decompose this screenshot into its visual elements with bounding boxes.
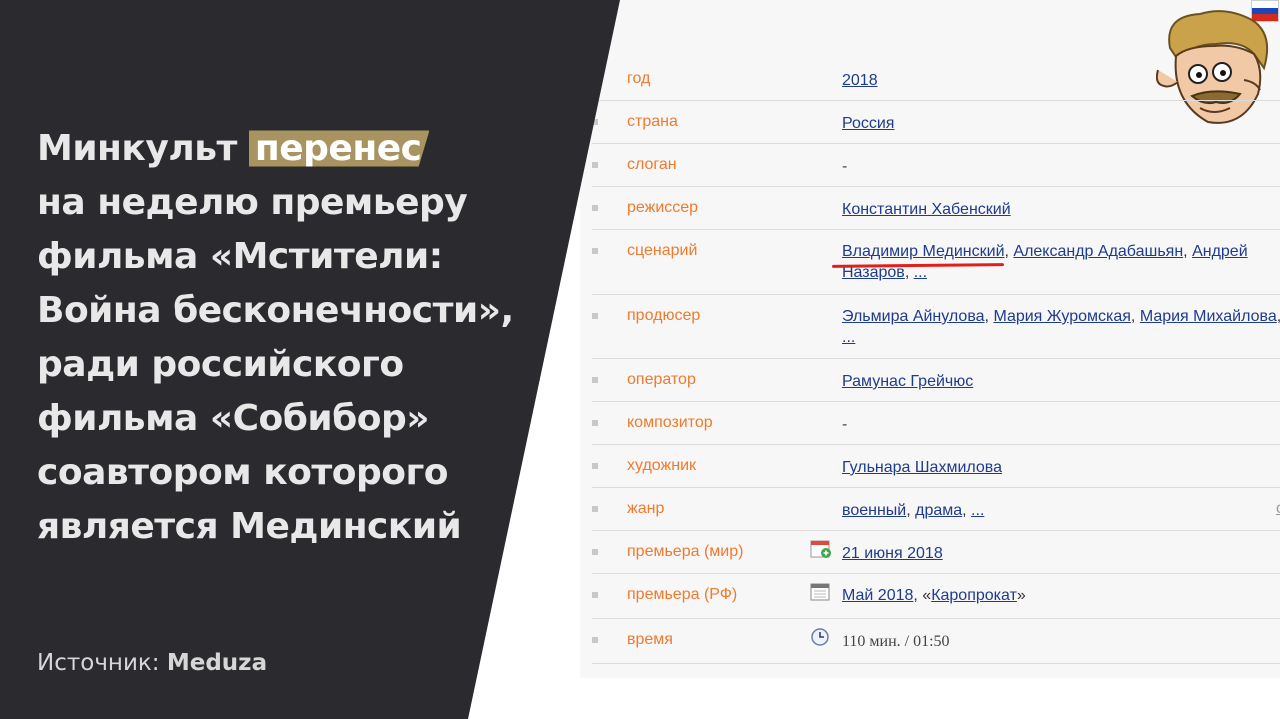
film-row-director: режиссер Константин Хабенский xyxy=(592,187,1280,230)
film-row-year: год 2018 xyxy=(592,58,1280,101)
value-text: 110 мин. / 01:50 xyxy=(842,633,950,650)
card-bottom-margin xyxy=(580,678,1280,719)
row-label: год xyxy=(627,70,651,87)
film-row-runtime: время 110 мин. / 01:50 xyxy=(592,619,1280,664)
row-bullet xyxy=(592,592,598,598)
value-link[interactable]: 21 июня 2018 xyxy=(842,545,943,562)
row-label: премьера (РФ) xyxy=(627,586,738,603)
value-link[interactable]: Эльмира Айнулова xyxy=(842,308,985,325)
source-name: Meduza xyxy=(166,650,268,676)
value-text: - xyxy=(842,416,848,433)
film-row-composer: композитор - xyxy=(592,402,1280,445)
row-label: оператор xyxy=(627,371,696,388)
more-link[interactable]: ... xyxy=(971,502,984,519)
value-link[interactable]: Май 2018 xyxy=(842,587,913,604)
film-row-producer: продюсер Эльмира Айнулова, Мария Журомск… xyxy=(592,295,1280,359)
distributor-link[interactable]: Каропрокат xyxy=(931,587,1017,604)
calendar-world-icon xyxy=(810,540,831,558)
row-label: страна xyxy=(627,113,678,130)
row-bullet xyxy=(592,637,598,643)
side-link[interactable]: сл xyxy=(1276,500,1280,518)
row-label: продюсер xyxy=(627,307,701,324)
more-link[interactable]: ... xyxy=(842,329,855,346)
row-bullet xyxy=(592,205,598,211)
row-label: время xyxy=(627,631,673,648)
headline-line-2: на неделю премьеру xyxy=(37,182,468,223)
row-label: жанр xyxy=(627,500,665,517)
film-row-premiere-world: премьера (мир) 21 июня 2018 xyxy=(592,531,1280,574)
value-link[interactable]: Константин Хабенский xyxy=(842,201,1011,218)
source-label: Источник: xyxy=(37,650,160,676)
headline-line-6: фильма «Собибор» xyxy=(37,398,430,439)
film-row-artist: художник Гульнара Шахмилова xyxy=(592,445,1280,488)
row-bullet xyxy=(592,506,598,512)
row-label: сценарий xyxy=(627,242,698,259)
row-label: слоган xyxy=(627,156,677,173)
row-bullet xyxy=(592,119,598,125)
row-bullet xyxy=(592,549,598,555)
film-row-premiere-russia: премьера (РФ) Май 2018, «Каропрокат» xyxy=(592,574,1280,619)
row-label: художник xyxy=(627,457,696,474)
headline-line-8: является Мединский xyxy=(37,506,462,547)
film-row-slogan: слоган - xyxy=(592,144,1280,187)
value-link[interactable]: Александр Адабашьян xyxy=(1013,243,1183,260)
headline-highlight: перенес xyxy=(248,130,430,167)
value-link[interactable]: Россия xyxy=(842,115,894,132)
headline-line-1: Минкульт xyxy=(37,128,237,169)
value-link-medinsky[interactable]: Владимир Мединский xyxy=(842,243,1005,260)
headline-line-4: Война бесконечности», xyxy=(37,290,514,331)
row-label: композитор xyxy=(627,414,713,431)
row-label: премьера (мир) xyxy=(627,543,744,560)
row-bullet xyxy=(592,463,598,469)
film-row-genre: жанр военный, драма, ... сл xyxy=(592,488,1280,531)
value-link[interactable]: Мария Журомская xyxy=(993,308,1130,325)
calendar-icon xyxy=(810,583,830,601)
headline-line-3: фильма «Мстители: xyxy=(37,236,443,277)
headline-line-7: соавтором которого xyxy=(37,452,449,493)
value-link[interactable]: Рамунас Грейчюс xyxy=(842,373,973,390)
film-row-screenplay: сценарий Владимир Мединский, Александр А… xyxy=(592,230,1280,295)
film-row-operator: оператор Рамунас Грейчюс xyxy=(592,359,1280,402)
value-link[interactable]: драма xyxy=(915,502,962,519)
film-info-card: год 2018 страна Россия слоган - режиссер… xyxy=(580,0,1280,678)
value-link[interactable]: Гульнара Шахмилова xyxy=(842,459,1002,476)
source-credit: Источник: Meduza xyxy=(37,650,267,676)
value-link[interactable]: Мария Михайлова xyxy=(1140,308,1277,325)
value-link[interactable]: 2018 xyxy=(842,72,878,89)
row-bullet xyxy=(592,162,598,168)
row-bullet xyxy=(592,248,598,254)
value-link[interactable]: военный xyxy=(842,502,906,519)
row-bullet xyxy=(592,313,598,319)
row-bullet xyxy=(592,420,598,426)
headline: Минкульт перенес на неделю премьеру филь… xyxy=(37,122,557,554)
film-row-country: страна Россия xyxy=(592,101,1280,144)
row-label: режиссер xyxy=(627,199,699,216)
clock-icon xyxy=(811,628,829,646)
headline-line-5: ради российского xyxy=(37,344,404,385)
value-text: - xyxy=(842,158,848,175)
row-bullet xyxy=(592,377,598,383)
